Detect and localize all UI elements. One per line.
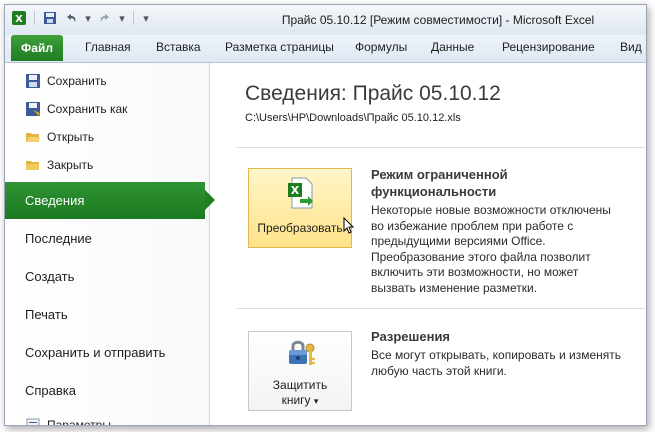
tab-insert[interactable]: Вставка [156,40,201,54]
convert-button[interactable]: X Преобразовать [248,168,355,248]
permissions-heading: Разрешения [371,329,451,344]
open-label: Открыть [47,130,95,144]
tab-review[interactable]: Рецензирование [502,40,595,54]
backstage-nav: Сохранить Сохранить как Открыть Закрыть … [5,63,215,426]
lock-key-icon [289,340,315,365]
save-label: Сохранить [47,74,107,88]
nav-new[interactable]: Создать [25,269,74,284]
close-label: Закрыть [47,158,94,172]
excel-window: X ▾ ▾ ▾ Прайс 05.10.12 [Режим совместимо… [4,4,647,426]
compat-mode-text-line: Некоторые новые возможности отключены [371,203,611,217]
save-icon [25,73,41,89]
compat-mode-text-line: включить эти возможности, но может [371,265,579,279]
tab-page-layout[interactable]: Разметка страницы [225,40,334,54]
compat-mode-heading-line2: функциональности [371,184,497,199]
compat-mode-text-line: во избежание проблем при работе с [371,218,574,233]
options-command[interactable]: Параметры [25,415,111,426]
file-path: C:\Users\HP\Downloads\Прайс 05.10.12.xls [245,112,461,124]
compat-mode-heading-line1: Режим ограниченной [371,167,508,182]
protect-button-label-line2: книгу ▾ [249,393,351,407]
nav-save-send[interactable]: Сохранить и отправить [25,345,165,360]
protect-button-label-line2-text: книгу [281,393,311,407]
page-title: Сведения: Прайс 05.10.12 [245,82,501,105]
compat-mode-text-line: вызвать изменение разметки. [371,280,538,295]
protect-workbook-button[interactable]: Защитить книгу ▾ [248,331,352,411]
nav-print[interactable]: Печать [25,307,68,322]
window-title: Прайс 05.10.12 [Режим совместимости] - M… [281,13,595,27]
mouse-cursor-icon [343,217,355,234]
nav-recent[interactable]: Последние [25,231,92,246]
open-command[interactable]: Открыть [25,127,94,147]
section-divider [237,147,645,148]
compat-mode-text-line: Преобразование этого файла позволит [371,249,591,264]
nav-info-active[interactable]: Сведения [5,182,215,219]
chevron-down-icon: ▾ [313,396,319,406]
options-icon [25,417,41,425]
ribbon-tabs: Файл Главная Вставка Разметка страницы Ф… [5,35,646,63]
convert-button-label: Преобразовать [257,221,343,235]
tab-data[interactable]: Данные [431,40,474,54]
convert-excel-icon: X [288,177,313,209]
close-command[interactable]: Закрыть [25,155,93,175]
save-as-icon [25,101,41,117]
section-divider [237,308,645,309]
open-folder-icon [25,129,41,145]
save-command[interactable]: Сохранить [25,71,107,91]
tab-formulas[interactable]: Формулы [355,40,407,54]
nav-help[interactable]: Справка [25,383,76,398]
save-as-label: Сохранить как [47,102,128,116]
tab-home[interactable]: Главная [85,40,131,54]
compat-mode-text-line: предыдущими версиями Office. [371,234,546,248]
svg-text:X: X [291,184,300,197]
title-bar: X ▾ ▾ ▾ Прайс 05.10.12 [Режим совместимо… [5,5,646,35]
protect-button-label-line1: Защитить [272,378,328,392]
tab-file[interactable]: Файл [11,35,63,61]
options-label: Параметры [47,418,111,426]
permissions-text-line: Все могут открывать, копировать и изменя… [371,348,622,362]
tab-view[interactable]: Вид [620,40,642,54]
save-as-command[interactable]: Сохранить как [25,99,127,119]
permissions-text-line: любую часть этой книги. [371,363,507,378]
close-folder-icon [25,157,41,173]
